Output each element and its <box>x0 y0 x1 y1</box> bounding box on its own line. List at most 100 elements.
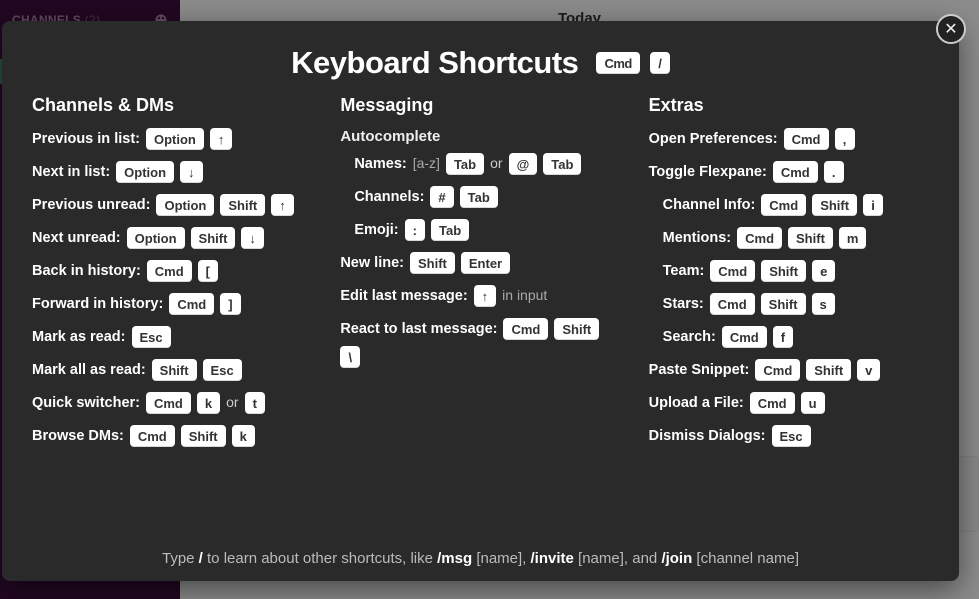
key-cap: . <box>824 161 844 183</box>
key-cap: Tab <box>543 153 581 175</box>
shortcut-row: Forward in history: Cmd] <box>32 293 312 315</box>
shortcut-row: Emoji::Tab <box>340 219 620 241</box>
shortcut-label: Names: <box>354 154 406 174</box>
subsection-heading: Autocomplete <box>340 128 620 145</box>
key-cap: Shift <box>191 227 236 249</box>
shortcut-label: Channel Info: <box>663 195 756 215</box>
shortcut-label: Back in history: <box>32 261 141 281</box>
close-button[interactable]: ✕ <box>936 14 966 44</box>
shortcut-row: Edit last message:↑in input <box>340 285 620 307</box>
key-cap: Shift <box>812 194 857 216</box>
key-cap: Cmd <box>722 326 767 348</box>
shortcut-rows: Names:[a-z]Tabor@TabChannels:#TabEmoji::… <box>340 153 620 241</box>
shortcut-row: Upload a File: Cmdu <box>649 392 929 414</box>
shortcut-label: Team: <box>663 261 705 281</box>
shortcut-rows: New line: Shift Enter Edit last message:↑in… <box>340 252 620 368</box>
shortcut-label: React to last message: <box>340 319 497 339</box>
shortcut-label: Next unread: <box>32 228 121 248</box>
shortcut-label: Dismiss Dialogs: <box>649 426 766 446</box>
shortcut-row: Quick switcher:Cmdkort <box>32 392 312 414</box>
shortcut-label: Next in list: <box>32 162 110 182</box>
key-cap: Shift <box>554 318 599 340</box>
shortcut-label: Stars: <box>663 294 704 314</box>
shortcut-label: Mentions: <box>663 228 731 248</box>
key-cap: ↓ <box>180 161 203 183</box>
keyboard-shortcuts-modal: ✕ Keyboard Shortcuts Cmd / Channels & DM… <box>2 21 959 581</box>
key-cap: # <box>430 186 453 208</box>
key-cap: Cmd <box>773 161 818 183</box>
close-icon: ✕ <box>944 19 957 39</box>
key-cap: Esc <box>132 326 171 348</box>
shortcut-row: Search:Cmdf <box>649 326 929 348</box>
shortcut-rows: Previous in list: Option ↑ Next in list: Opt… <box>32 128 312 447</box>
key-cap: Cmd <box>596 52 639 74</box>
key-cap: Tab <box>431 219 469 241</box>
shortcut-label: Previous in list: <box>32 129 140 149</box>
key-cap: Cmd <box>710 293 755 315</box>
column-messaging: Messaging Autocomplete Names:[a-z]Tabor@… <box>340 95 620 458</box>
shortcut-label: Forward in history: <box>32 294 163 314</box>
shortcut-row: Previous unread:OptionShift↑ <box>32 194 312 216</box>
key-cap: Esc <box>772 425 811 447</box>
key-cap: \ <box>340 346 360 368</box>
column-heading: Messaging <box>340 95 620 116</box>
shortcut-label: Browse DMs: <box>32 426 124 446</box>
key-cap: v <box>857 359 880 381</box>
shortcut-label: Open Preferences: <box>649 129 778 149</box>
key-cap: : <box>405 219 425 241</box>
key-cap: Shift <box>220 194 265 216</box>
key-cap: Cmd <box>737 227 782 249</box>
shortcut-row: Paste Snippet:CmdShiftv <box>649 359 929 381</box>
key-cap: Shift <box>761 260 806 282</box>
key-cap: Cmd <box>710 260 755 282</box>
key-cap: Shift <box>788 227 833 249</box>
key-cap: Shift <box>806 359 851 381</box>
shortcut-label: Mark all as read: <box>32 360 146 380</box>
key-cap: Shift <box>152 359 197 381</box>
key-cap: / <box>650 52 670 74</box>
key-cap: Cmd <box>750 392 795 414</box>
shortcut-row: Back in history: Cmd [ <box>32 260 312 282</box>
column-channels-dms: Channels & DMs Previous in list: Option ↑ N… <box>32 95 312 458</box>
key-cap: ↑ <box>474 285 497 307</box>
key-cap: u <box>801 392 825 414</box>
shortcut-row: Channels:#Tab <box>340 186 620 208</box>
key-cap: Enter <box>461 252 510 274</box>
shortcut-label: New line: <box>340 253 404 273</box>
shortcut-row: Previous in list: Option ↑ <box>32 128 312 150</box>
key-cap: Cmd <box>761 194 806 216</box>
shortcut-label: Paste Snippet: <box>649 360 750 380</box>
shortcut-label: Upload a File: <box>649 393 744 413</box>
key-cap: Shift <box>410 252 455 274</box>
column-heading: Extras <box>649 95 929 116</box>
shortcut-label: Previous unread: <box>32 195 150 215</box>
shortcut-row: Mark as read:Esc <box>32 326 312 348</box>
shortcut-row: Toggle Flexpane:Cmd. <box>649 161 929 183</box>
key-cap: Cmd <box>169 293 214 315</box>
key-cap: Option <box>156 194 214 216</box>
shortcut-row: Team:CmdShifte <box>649 260 929 282</box>
shortcut-row: Dismiss Dialogs: Esc <box>649 425 929 447</box>
shortcut-row: Browse DMs:CmdShiftk <box>32 425 312 447</box>
key-cap: Option <box>146 128 204 150</box>
key-cap: i <box>863 194 883 216</box>
key-cap: ↓ <box>241 227 264 249</box>
key-cap: Cmd <box>503 318 548 340</box>
key-cap: @ <box>509 153 538 175</box>
shortcut-row: Open Preferences:Cmd, <box>649 128 929 150</box>
shortcut-row: Names:[a-z]Tabor@Tab <box>340 153 620 175</box>
key-cap: ↑ <box>210 128 233 150</box>
key-cap: Esc <box>203 359 242 381</box>
key-cap: Shift <box>761 293 806 315</box>
key-cap: [ <box>198 260 218 282</box>
key-cap: ] <box>220 293 240 315</box>
key-cap: Option <box>127 227 185 249</box>
key-cap: Cmd <box>147 260 192 282</box>
key-cap: Tab <box>460 186 498 208</box>
key-cap: Tab <box>446 153 484 175</box>
key-cap: Cmd <box>146 392 191 414</box>
key-cap: s <box>812 293 835 315</box>
key-cap: , <box>835 128 855 150</box>
column-heading: Channels & DMs <box>32 95 312 116</box>
shortcut-row: Mentions:CmdShiftm <box>649 227 929 249</box>
